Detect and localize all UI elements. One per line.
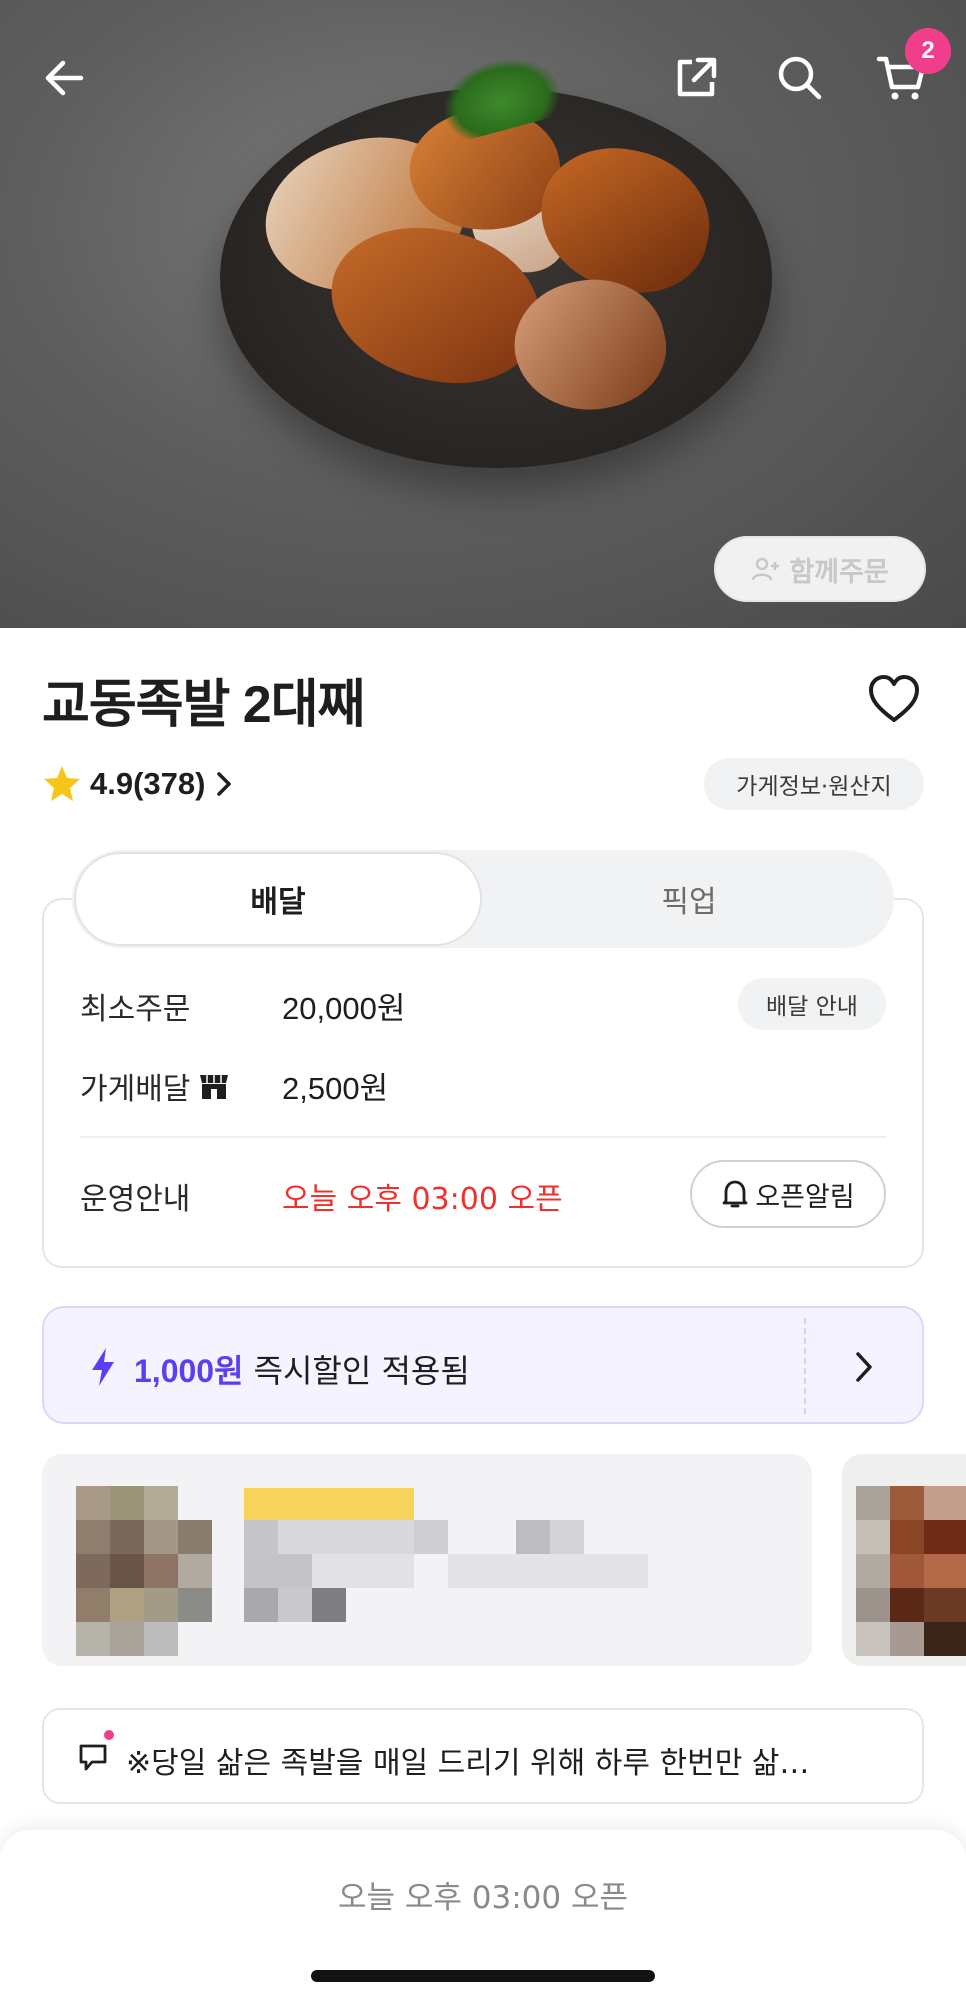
star-icon xyxy=(44,766,80,801)
store-page: 2 함께주문 교동족발 2대째 4.9(378) 가게정보·원산지 배달 픽업 … xyxy=(0,0,966,1996)
favorite-button[interactable] xyxy=(866,672,922,728)
open-alert-label: 오픈알림 xyxy=(755,1181,855,1213)
min-order-value: 20,000원 xyxy=(282,991,406,1026)
promo-banner[interactable] xyxy=(42,1454,812,1666)
tab-delivery[interactable]: 배달 xyxy=(74,852,482,946)
store-icon xyxy=(200,1075,229,1099)
instant-discount-banner[interactable]: 1,000원 즉시할인 적용됨 xyxy=(42,1306,924,1424)
megaphone-icon xyxy=(79,1744,107,1771)
group-order-button[interactable]: 함께주문 xyxy=(714,536,926,602)
discount-amount: 1,000원 xyxy=(134,1353,244,1389)
divider xyxy=(80,1136,886,1138)
delivery-guide-button[interactable]: 배달 안내 xyxy=(738,978,886,1030)
arrow-left-icon xyxy=(45,60,84,96)
person-add-icon xyxy=(752,557,780,581)
delivery-fee-row: 가게배달 xyxy=(80,1064,230,1108)
bell-icon xyxy=(722,1180,748,1208)
heart-icon xyxy=(869,675,919,722)
store-hero-image: 2 함께주문 xyxy=(0,0,966,628)
search-button[interactable] xyxy=(770,48,830,108)
open-alert-button[interactable]: 오픈알림 xyxy=(690,1160,886,1228)
operation-label: 운영안내 xyxy=(80,1182,191,1217)
bottom-order-bar: 오늘 오후 03:00 오픈 xyxy=(0,1830,966,1996)
rating-link[interactable]: 4.9(378) xyxy=(42,762,235,806)
home-indicator[interactable] xyxy=(311,1970,655,1982)
store-info-button[interactable]: 가게정보·원산지 xyxy=(704,758,924,810)
chevron-right-icon xyxy=(856,1352,872,1382)
discount-text: 1,000원 즉시할인 적용됨 xyxy=(134,1346,470,1392)
delivery-fee-value: 2,500원 xyxy=(282,1071,389,1106)
discount-description: 즉시할인 적용됨 xyxy=(253,1352,470,1390)
bottom-status-text: 오늘 오후 03:00 오픈 xyxy=(337,1880,629,1916)
store-notice[interactable]: ※당일 삶은 족발을 매일 드리기 위해 하루 한번만 삶… xyxy=(42,1708,924,1804)
delivery-fee-label: 가게배달 xyxy=(80,1072,191,1107)
group-order-label: 함께주문 xyxy=(789,556,889,588)
tab-pickup[interactable]: 픽업 xyxy=(484,852,894,946)
operation-hours: 오늘 오후 03:00 오픈 xyxy=(282,1182,563,1217)
search-icon xyxy=(778,56,822,100)
promo-banner-next[interactable] xyxy=(842,1454,966,1666)
store-name: 교동족발 2대째 xyxy=(42,676,365,734)
rating-value: 4.9(378) xyxy=(90,766,206,801)
share-button[interactable] xyxy=(666,48,726,108)
notice-unread-dot xyxy=(104,1730,114,1740)
back-button[interactable] xyxy=(34,48,94,108)
min-order-label: 최소주문 xyxy=(80,992,191,1027)
share-icon xyxy=(677,57,717,97)
chevron-right-icon xyxy=(217,772,232,796)
cart-count-badge: 2 xyxy=(905,28,951,74)
notice-text: ※당일 삶은 족발을 매일 드리기 위해 하루 한번만 삶… xyxy=(126,1746,810,1781)
lightning-icon xyxy=(92,1348,114,1386)
